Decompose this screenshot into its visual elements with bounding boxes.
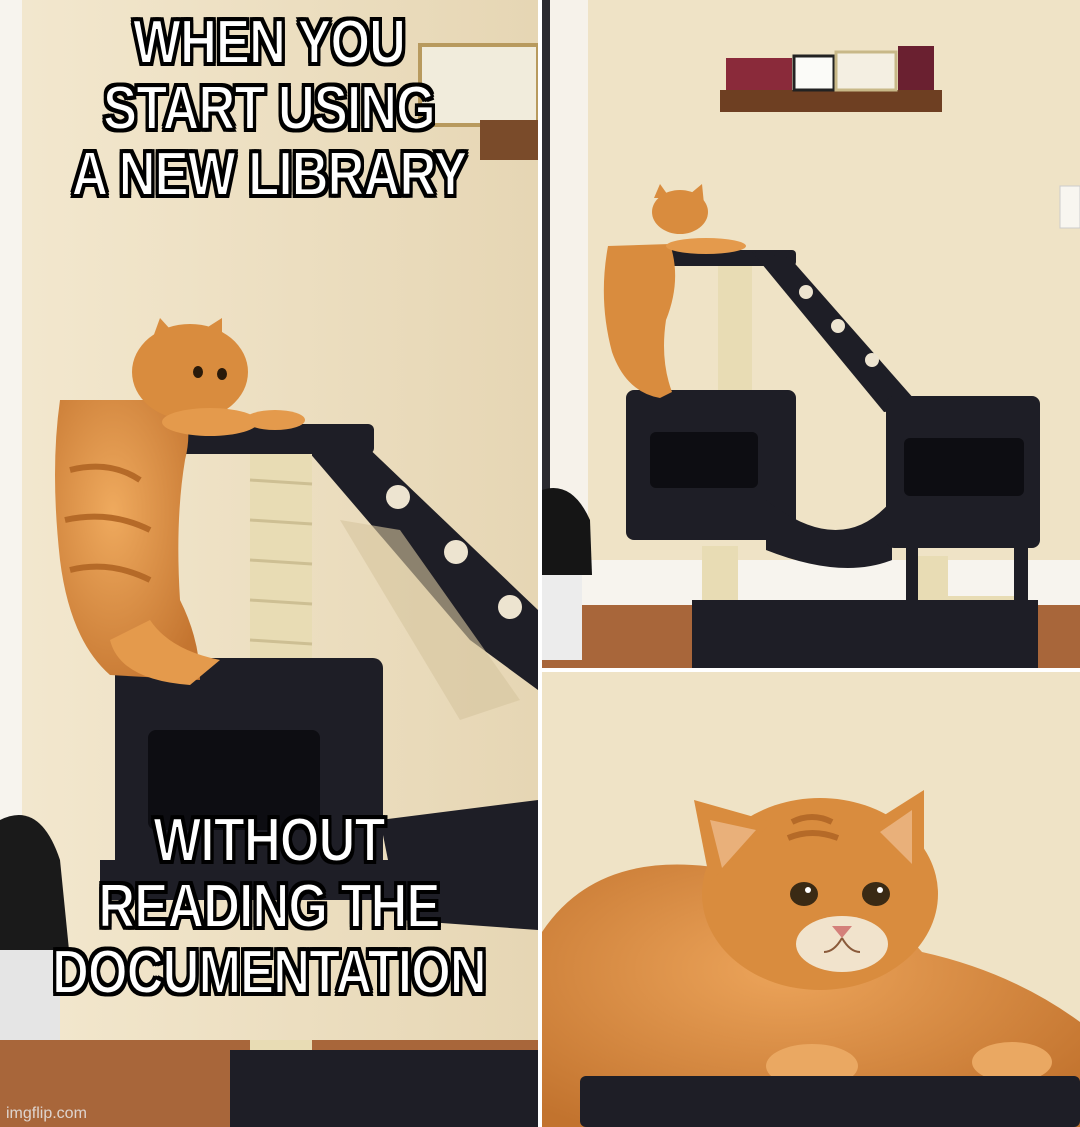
meme-image: WHEN YOU START USING A NEW LIBRARY WITHO… <box>0 0 1080 1127</box>
bottom-caption-line-2: READING THE <box>98 872 442 941</box>
top-right-photo-panel <box>542 0 1080 668</box>
top-caption-line-1: WHEN YOU <box>132 8 407 77</box>
imgflip-watermark: imgflip.com <box>6 1105 87 1122</box>
bottom-right-photo-panel <box>542 672 1080 1127</box>
top-caption-line-3: A NEW LIBRARY <box>71 140 469 209</box>
top-caption: WHEN YOU START USING A NEW LIBRARY <box>48 8 489 209</box>
bottom-caption-line-3: DOCUMENTATION <box>51 938 487 1007</box>
bottom-caption: WITHOUT READING THE DOCUMENTATION <box>48 806 489 1007</box>
left-photo-panel: WHEN YOU START USING A NEW LIBRARY WITHO… <box>0 0 538 1127</box>
top-caption-line-2: START USING <box>102 74 436 143</box>
bottom-caption-line-1: WITHOUT <box>152 806 386 875</box>
